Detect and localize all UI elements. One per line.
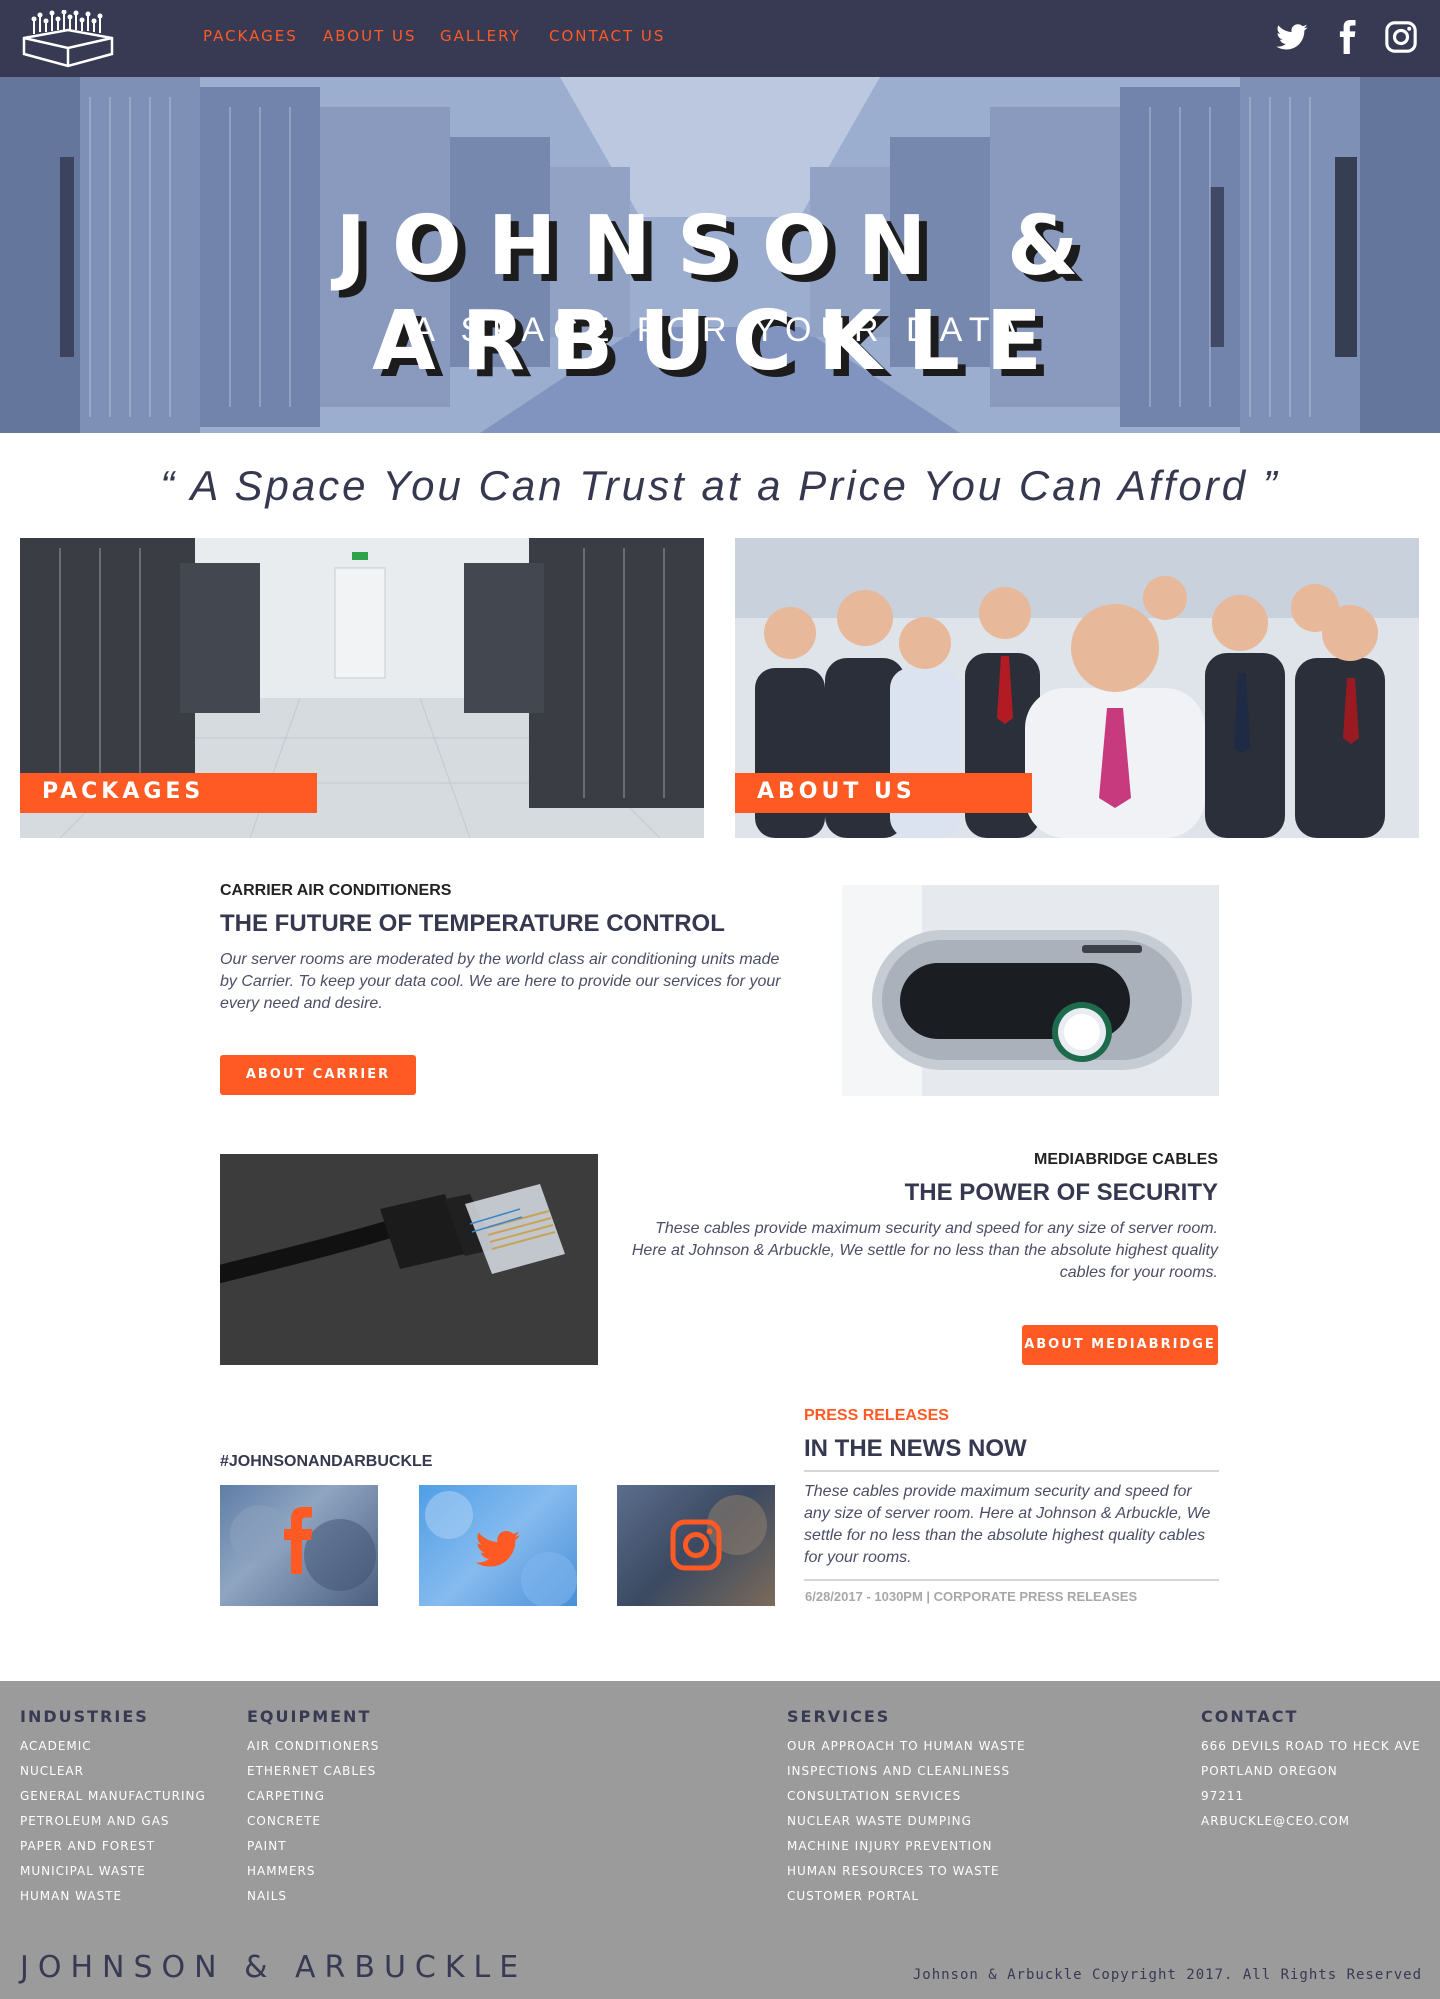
footer-brand: JOHNSON & ARBUCKLE [20, 1950, 528, 1985]
footer-services-title: SERVICES [787, 1707, 891, 1726]
footer-link[interactable]: PAINT [247, 1834, 379, 1859]
hero-banner: JOHNSON & ARBUCKLE A SPACE FOR YOUR DATA [0, 77, 1440, 433]
carrier-eyebrow: CARRIER AIR CONDITIONERS [220, 882, 452, 899]
social-hashtag: #JOHNSONANDARBUCKLE [220, 1453, 433, 1470]
footer-link[interactable]: OUR APPROACH TO HUMAN WASTE [787, 1734, 1026, 1759]
facebook-feed-tile[interactable] [220, 1485, 378, 1606]
press-meta: 6/28/2017 - 1030PM | CORPORATE PRESS REL… [805, 1589, 1138, 1604]
footer-address-line: PORTLAND OREGON [1201, 1764, 1338, 1778]
footer-link[interactable]: CONCRETE [247, 1809, 379, 1834]
about-carrier-button[interactable]: ABOUT CARRIER [220, 1055, 416, 1095]
footer-industries-title: INDUSTRIES [20, 1707, 149, 1726]
footer-link[interactable]: PAPER AND FOREST [20, 1834, 206, 1859]
press-eyebrow: PRESS RELEASES [804, 1407, 949, 1424]
footer-link[interactable]: NUCLEAR [20, 1759, 206, 1784]
footer-contact-title: CONTACT [1201, 1707, 1299, 1726]
footer-equipment-list: AIR CONDITIONERS ETHERNET CABLES CARPETI… [247, 1734, 379, 1909]
twitter-icon[interactable] [1275, 20, 1309, 54]
footer-industries-list: ACADEMIC NUCLEAR GENERAL MANUFACTURING P… [20, 1734, 206, 1909]
footer-link[interactable]: ACADEMIC [20, 1734, 206, 1759]
footer-link[interactable]: CONSULTATION SERVICES [787, 1784, 1026, 1809]
carrier-heading: THE FUTURE OF TEMPERATURE CONTROL [220, 910, 725, 937]
about-us-tile-label: ABOUT US [735, 773, 1032, 813]
footer-link[interactable]: PETROLEUM AND GAS [20, 1809, 206, 1834]
footer-link[interactable]: MACHINE INJURY PREVENTION [787, 1834, 1026, 1859]
carrier-description: Our server rooms are moderated by the wo… [220, 951, 781, 1012]
mediabridge-eyebrow: MEDIABRIDGE CABLES [1033, 1151, 1218, 1168]
footer-link[interactable]: CARPETING [247, 1784, 379, 1809]
press-description: These cables provide maximum security an… [804, 1483, 1211, 1566]
footer-services-list: OUR APPROACH TO HUMAN WASTE INSPECTIONS … [787, 1734, 1026, 1909]
twitter-icon [476, 1531, 520, 1567]
packages-tile-label: PACKAGES [20, 773, 317, 813]
footer-equipment-title: EQUIPMENT [247, 1707, 372, 1726]
footer-email-link[interactable]: ARBUCKLE@CEO.COM [1201, 1809, 1421, 1834]
hero-subtitle: A SPACE FOR YOUR DATA [412, 311, 1028, 349]
nav-link-contact-us[interactable]: CONTACT US [549, 27, 665, 45]
mediabridge-heading: THE POWER OF SECURITY [904, 1179, 1218, 1206]
footer-link[interactable]: CUSTOMER PORTAL [787, 1884, 1026, 1909]
footer-contact-list: 666 DEVILS ROAD TO HECK AVE PORTLAND ORE… [1201, 1734, 1421, 1834]
top-nav: PACKAGES ABOUT US GALLERY CONTACT US [0, 0, 1440, 77]
footer-link[interactable]: ETHERNET CABLES [247, 1759, 379, 1784]
footer-link[interactable]: INSPECTIONS AND CLEANLINESS [787, 1759, 1026, 1784]
press-divider-top [804, 1470, 1219, 1472]
instagram-feed-tile[interactable] [617, 1485, 775, 1606]
nav-link-gallery[interactable]: GALLERY [440, 27, 521, 45]
twitter-feed-tile[interactable] [419, 1485, 577, 1606]
footer-address-line: 97211 [1201, 1789, 1245, 1803]
footer-link[interactable]: AIR CONDITIONERS [247, 1734, 379, 1759]
footer-link[interactable]: MUNICIPAL WASTE [20, 1859, 206, 1884]
logo-icon[interactable] [20, 10, 116, 68]
nav-link-packages[interactable]: PACKAGES [203, 27, 298, 45]
air-conditioner-image [842, 885, 1219, 1096]
footer-address-line: 666 DEVILS ROAD TO HECK AVE [1201, 1739, 1421, 1753]
press-divider-bottom [804, 1579, 1219, 1581]
instagram-icon[interactable] [1384, 20, 1418, 54]
facebook-icon[interactable] [1330, 20, 1364, 54]
footer-link[interactable]: GENERAL MANUFACTURING [20, 1784, 206, 1809]
footer-link[interactable]: HUMAN RESOURCES TO WASTE [787, 1859, 1026, 1884]
about-mediabridge-button[interactable]: ABOUT MEDIABRIDGE [1022, 1325, 1218, 1365]
footer-copyright: Johnson & Arbuckle Copyright 2017. All R… [912, 1967, 1422, 1983]
packages-tile[interactable]: PACKAGES [20, 538, 704, 838]
footer-link[interactable]: NUCLEAR WASTE DUMPING [787, 1809, 1026, 1834]
footer-link[interactable]: HAMMERS [247, 1859, 379, 1884]
about-us-tile[interactable]: ABOUT US [735, 538, 1419, 838]
mediabridge-description: These cables provide maximum security an… [631, 1220, 1218, 1281]
hero-title: JOHNSON & ARBUCKLE [335, 199, 1105, 389]
footer-link[interactable]: NAILS [247, 1884, 379, 1909]
footer-link[interactable]: HUMAN WASTE [20, 1884, 206, 1909]
tagline-quote: “ A Space You Can Trust at a Price You C… [160, 462, 1280, 509]
press-heading: IN THE NEWS NOW [804, 1435, 1027, 1462]
nav-link-about-us[interactable]: ABOUT US [323, 27, 417, 45]
ethernet-cable-image [220, 1154, 598, 1365]
